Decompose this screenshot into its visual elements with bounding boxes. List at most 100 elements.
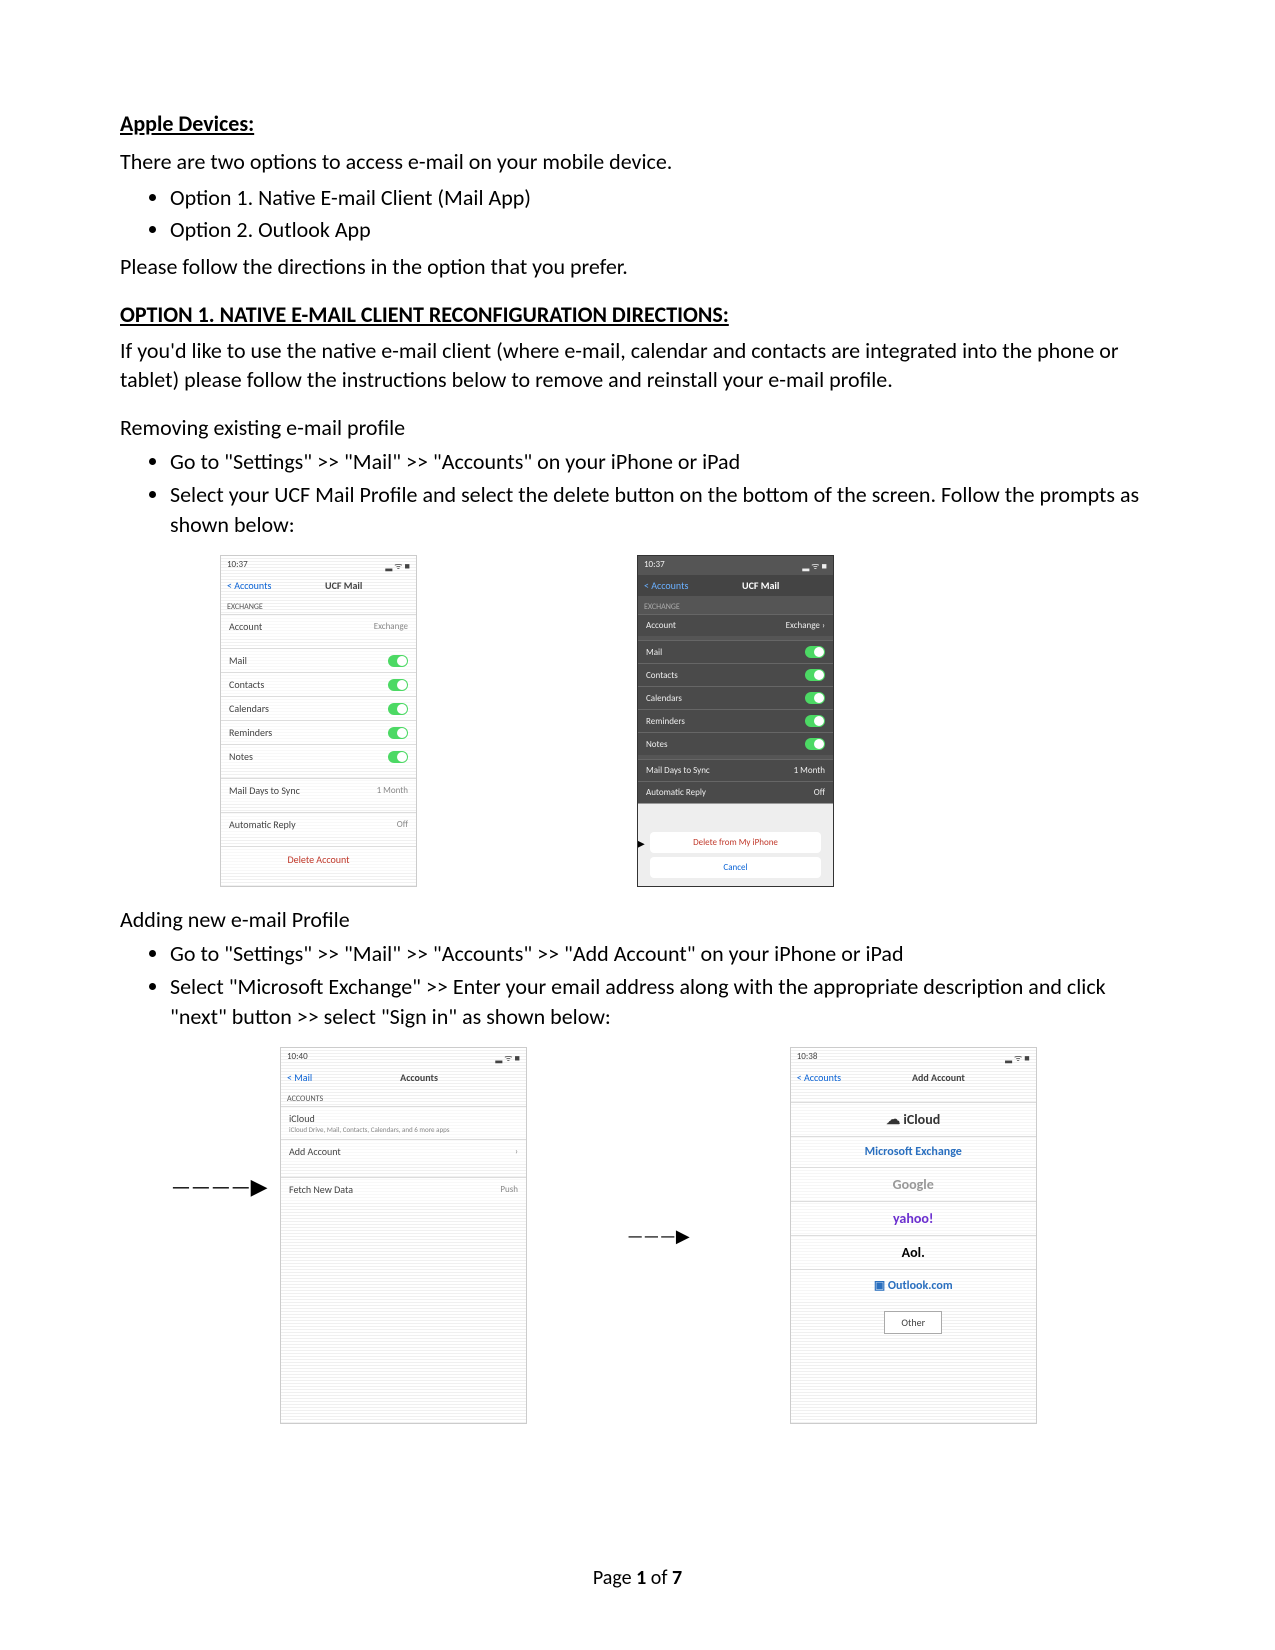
account-row[interactable]: Account Exchange xyxy=(221,614,416,638)
nav-back[interactable]: < Accounts xyxy=(797,1071,841,1084)
row-label: Notes xyxy=(229,750,253,763)
arrow-right-icon: —▶ xyxy=(637,829,645,856)
arrow-right-icon: ————▶ xyxy=(171,1173,268,1200)
toggle-on-icon[interactable] xyxy=(388,655,408,667)
provider-google[interactable]: Google xyxy=(791,1167,1036,1201)
row-label: Notes xyxy=(646,739,667,750)
nav-title: Add Account xyxy=(847,1071,1030,1084)
status-time: 10:37 xyxy=(227,559,248,572)
auto-reply-row: Automatic Reply Off xyxy=(638,781,833,803)
option1-heading: OPTION 1. NATIVE E-MAIL CLIENT RECONFIGU… xyxy=(120,300,1155,330)
row-label: Calendars xyxy=(646,693,682,704)
chevron-right-icon: › xyxy=(515,1146,518,1157)
provider-yahoo[interactable]: yahoo! xyxy=(791,1201,1036,1235)
row-value: Exchange xyxy=(374,621,408,632)
options-list: Option 1. Native E-mail Client (Mail App… xyxy=(170,183,1155,247)
delete-from-iphone-button[interactable]: Delete from My iPhone xyxy=(650,832,821,853)
row-label: iCloud xyxy=(289,1112,518,1125)
footer-prefix: Page xyxy=(593,1566,636,1590)
toggle-on-icon[interactable] xyxy=(388,679,408,691)
provider-icloud[interactable]: ☁ iCloud xyxy=(791,1102,1036,1136)
row-label: Reminders xyxy=(229,726,272,739)
row-label: Fetch New Data xyxy=(289,1183,353,1196)
row-label: Mail xyxy=(646,647,662,658)
fetch-row[interactable]: Fetch New Data Push xyxy=(281,1177,526,1201)
nav-title: UCF Mail xyxy=(277,579,410,592)
provider-outlook[interactable]: ▣ Outlook.com xyxy=(791,1269,1036,1301)
add-account-row[interactable]: Add Account › xyxy=(281,1139,526,1163)
row-label: Reminders xyxy=(646,716,685,727)
screenshot-accounts: 10:40 ▂ ᯤ ■ < Mail Accounts ACCOUNTS iCl… xyxy=(280,1047,527,1424)
delete-account-button[interactable]: Delete Account xyxy=(221,846,416,872)
toggle-row[interactable]: Reminders xyxy=(221,720,416,744)
toggle-on-icon xyxy=(805,692,825,704)
toggle-on-icon[interactable] xyxy=(388,751,408,763)
option1-desc: If you'd like to use the native e-mail c… xyxy=(120,336,1155,395)
toggle-row: Contacts xyxy=(638,663,833,686)
provider-exchange[interactable]: Microsoft Exchange xyxy=(791,1136,1036,1167)
sync-row[interactable]: Mail Days to Sync 1 Month xyxy=(221,778,416,802)
section-label: ACCOUNTS xyxy=(281,1088,526,1106)
footer-current: 1 xyxy=(636,1566,646,1590)
toggle-row[interactable]: Notes xyxy=(221,744,416,768)
status-time: 10:38 xyxy=(797,1051,818,1064)
list-item: Option 2. Outlook App xyxy=(170,215,1155,246)
nav-back[interactable]: < Mail xyxy=(287,1071,312,1084)
page-footer: Page 1 of 7 xyxy=(0,1566,1275,1590)
list-item: Go to "Settings" >> "Mail" >> "Accounts"… xyxy=(170,939,1155,970)
row-label: Automatic Reply xyxy=(229,818,296,831)
account-row: AccountExchange › xyxy=(638,614,833,636)
list-item: Go to "Settings" >> "Mail" >> "Accounts"… xyxy=(170,447,1155,478)
row-value: Push xyxy=(500,1184,518,1195)
list-item: Select "Microsoft Exchange" >> Enter you… xyxy=(170,972,1155,1034)
toggle-row[interactable]: Mail xyxy=(221,648,416,672)
row-label: Contacts xyxy=(229,678,264,691)
nav-title: Accounts xyxy=(318,1071,520,1084)
screenshot-ucf-mail: 10:37 ▂ ᯤ ■ < Accounts UCF Mail EXCHANGE… xyxy=(220,555,417,887)
status-icons: ▂ ᯤ ■ xyxy=(802,559,827,572)
section-label: EXCHANGE xyxy=(638,596,833,614)
status-icons: ▂ ᯤ ■ xyxy=(495,1051,520,1064)
row-label: Calendars xyxy=(229,702,269,715)
row-value: 1 Month xyxy=(377,785,408,796)
toggle-row: Mail xyxy=(638,640,833,663)
toggle-row[interactable]: Calendars xyxy=(221,696,416,720)
nav-back[interactable]: < Accounts xyxy=(227,579,271,592)
row-value: Off xyxy=(814,787,825,798)
toggle-on-icon[interactable] xyxy=(388,727,408,739)
toggle-on-icon xyxy=(805,738,825,750)
status-icons: ▂ ᯤ ■ xyxy=(385,559,410,572)
toggle-row[interactable]: Contacts xyxy=(221,672,416,696)
add-steps: Go to "Settings" >> "Mail" >> "Accounts"… xyxy=(170,939,1155,1033)
cancel-button[interactable]: Cancel xyxy=(650,857,821,878)
screenshot-add-account: 10:38 ▂ ᯤ ■ < Accounts Add Account ☁ iCl… xyxy=(790,1047,1037,1424)
footer-total: 7 xyxy=(672,1566,682,1590)
remove-steps: Go to "Settings" >> "Mail" >> "Accounts"… xyxy=(170,447,1155,541)
row-label: Automatic Reply xyxy=(646,787,706,798)
nav-back[interactable]: < Accounts xyxy=(644,579,688,592)
row-label: Account xyxy=(229,620,262,633)
row-label: Mail Days to Sync xyxy=(229,784,300,797)
toggle-on-icon xyxy=(805,715,825,727)
provider-aol[interactable]: Aol. xyxy=(791,1235,1036,1269)
auto-reply-row[interactable]: Automatic Reply Off xyxy=(221,812,416,836)
provider-other[interactable]: Other xyxy=(884,1311,942,1334)
toggle-on-icon[interactable] xyxy=(388,703,408,715)
list-item: Option 1. Native E-mail Client (Mail App… xyxy=(170,183,1155,214)
row-label: Add Account xyxy=(289,1145,341,1158)
intro-text: There are two options to access e-mail o… xyxy=(120,147,1155,177)
action-sheet: Deleting this account will remove its me… xyxy=(638,803,833,886)
sheet-text: Deleting this account will remove its me… xyxy=(642,808,829,828)
arrow-right-icon: ———▶ xyxy=(627,1047,690,1424)
list-item: Select your UCF Mail Profile and select … xyxy=(170,480,1155,542)
row-label: Contacts xyxy=(646,670,678,681)
screenshot-row-remove: 10:37 ▂ ᯤ ■ < Accounts UCF Mail EXCHANGE… xyxy=(220,555,1155,887)
row-value: Off xyxy=(397,819,408,830)
toggle-row: Reminders xyxy=(638,709,833,732)
toggle-row: Notes xyxy=(638,732,833,755)
sync-row: Mail Days to Sync1 Month xyxy=(638,759,833,781)
row-sub: iCloud Drive, Mail, Contacts, Calendars,… xyxy=(289,1125,518,1134)
icloud-row[interactable]: iCloud iCloud Drive, Mail, Contacts, Cal… xyxy=(281,1106,526,1139)
toggle-on-icon xyxy=(805,669,825,681)
section-label: EXCHANGE xyxy=(221,596,416,614)
